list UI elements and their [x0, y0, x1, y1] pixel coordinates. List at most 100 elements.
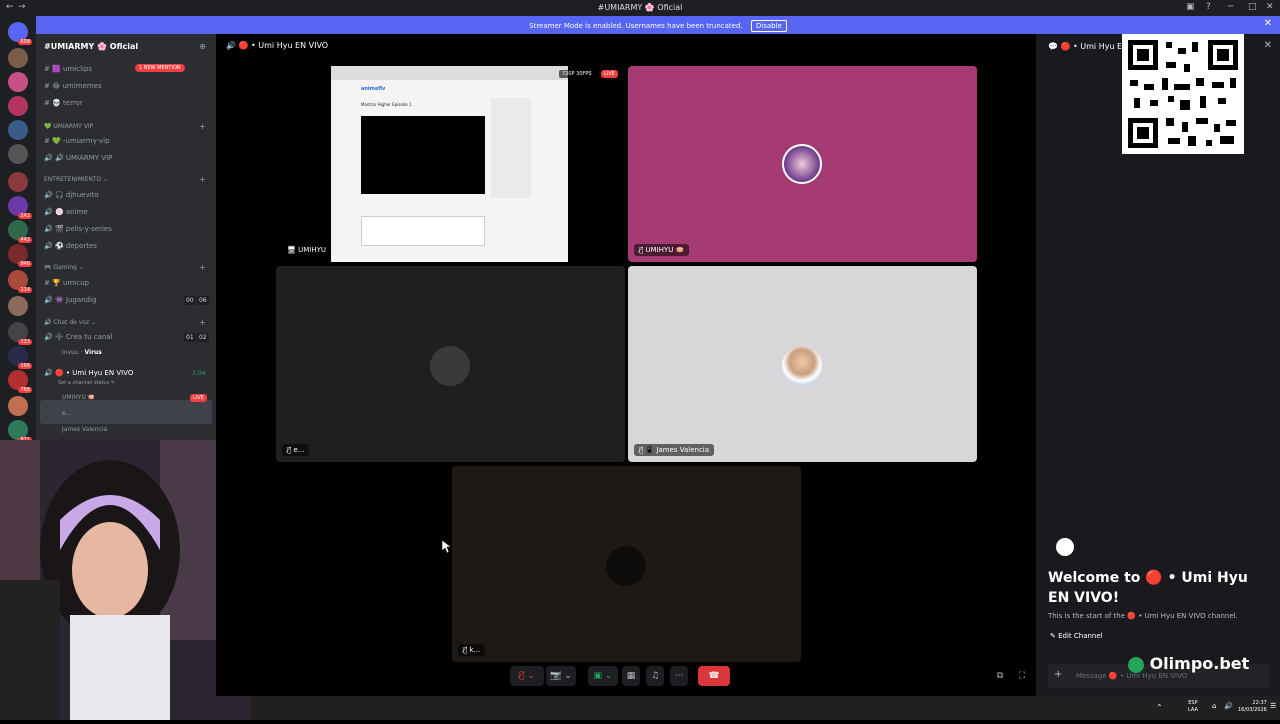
server-badge: 442 — [18, 237, 32, 243]
clock[interactable]: 22:37 16/03/2026 — [1238, 700, 1267, 714]
message-placeholder: Message 🔴 • Umi Hyu EN VIVO — [1076, 672, 1188, 680]
category-vip[interactable]: 💚 UMIARMY VIP — [44, 123, 93, 130]
channel-pelis-y-series[interactable]: 🔊 🎬 pelis-y-series — [44, 225, 112, 233]
channel-umiarmy-vip[interactable]: # 💚 -umiarmy-vip — [44, 137, 110, 145]
soundboard-button[interactable]: ♫ — [646, 666, 664, 686]
invite-icon[interactable]: ⊕ — [199, 42, 206, 51]
channel-crea-tu-canal[interactable]: 🔊 ➕ Crea tu canal — [44, 333, 113, 341]
fullscreen-icon[interactable]: ⛶ — [1014, 666, 1030, 686]
home-button[interactable]: 608 — [8, 22, 32, 45]
server-badge: 768 — [18, 387, 32, 393]
add-channel-icon[interactable]: + — [199, 122, 206, 131]
camera-button[interactable]: 📷̸ ⌄ — [546, 666, 576, 686]
set-channel-status[interactable]: Set a channel status ✎ — [58, 380, 115, 386]
add-channel-icon[interactable]: + — [199, 175, 206, 184]
user-count: 01 — [184, 333, 196, 342]
tile-name-tag: 🎙̸ e... — [282, 444, 310, 456]
more-options-button[interactable]: ⋯ — [670, 666, 688, 686]
popout-icon[interactable]: ⧉ — [992, 666, 1008, 686]
notifications-icon[interactable]: ☰ — [1270, 702, 1276, 710]
minimize-icon[interactable]: ─ — [1228, 2, 1233, 12]
participant-tile[interactable]: 🎙̸ k... — [452, 466, 801, 662]
activities-button[interactable]: ▦ — [622, 666, 640, 686]
add-channel-icon[interactable]: + — [199, 263, 206, 272]
add-attachment-icon[interactable]: + — [1054, 669, 1062, 680]
server-icon[interactable] — [8, 172, 28, 192]
language-indicator[interactable]: ESP LAA — [1188, 700, 1198, 714]
guild-name[interactable]: #UMIARMY 🌸 Oficial — [44, 42, 138, 51]
server-icon[interactable]: 142 — [8, 196, 32, 219]
title-bar: ← → #UMIARMY 🌸 Oficial ▣ ? ─ □ ✕ — [0, 0, 1280, 16]
server-icon[interactable] — [8, 396, 28, 416]
server-icon[interactable]: 768 — [8, 370, 32, 393]
server-icon[interactable] — [8, 72, 28, 92]
network-icon[interactable]: ⌂ — [1212, 702, 1216, 710]
disable-streamer-mode-button[interactable]: Disable — [750, 20, 787, 32]
screen-share-tile[interactable]: animeflv Mostrar Higher Episode 1 720P 3… — [276, 66, 625, 262]
disconnect-button[interactable]: ☎ — [698, 666, 730, 686]
tray-chevron-icon[interactable]: ⌃ — [1156, 703, 1163, 712]
server-icon[interactable] — [8, 120, 28, 140]
close-window-icon[interactable]: ✕ — [1266, 2, 1274, 12]
tile-name-tag: 🎙̸ UMIHYU 🪷 — [634, 244, 690, 256]
chat-bubble-icon — [1056, 538, 1074, 556]
channel-terror[interactable]: # 💀 terror — [44, 99, 83, 107]
screen-share-button[interactable]: ▣ ⌄ — [588, 666, 618, 686]
server-icon[interactable]: 166 — [8, 346, 32, 369]
voice-member[interactable]: e... — [62, 410, 71, 417]
category-gaming[interactable]: 🎮 Gaming ⌄ — [44, 264, 84, 271]
edit-channel-button[interactable]: ✎ Edit Channel — [1050, 632, 1103, 640]
channel-jugandig[interactable]: 🔊 👾 Jugandig — [44, 296, 96, 304]
participant-tile[interactable]: 🎙̸ e... — [276, 266, 625, 462]
taskbar: ⌃ ESP LAA ⌂ 🔊 22:37 16/03/2026 ☰ — [250, 696, 1280, 720]
server-icon[interactable] — [8, 96, 28, 116]
help-icon[interactable]: ? — [1206, 2, 1211, 12]
stage-header: 🔊 🔴 • Umi Hyu EN VIVO — [226, 41, 329, 50]
tile-name-tag: 🎙̸ k... — [458, 644, 486, 656]
participant-tile[interactable]: 🎙̸ 📱 James Valencia — [628, 266, 977, 462]
category-chat-de-voz[interactable]: 🔊 Chat de voz ⌄ — [44, 319, 96, 326]
voice-member[interactable]: Invuu · Virus — [62, 349, 102, 356]
close-banner-icon[interactable]: ✕ — [1264, 18, 1272, 29]
server-icon[interactable] — [8, 48, 28, 68]
new-mention-badge[interactable]: 1 NEW MENTION — [135, 64, 185, 72]
live-badge: LIVE — [190, 394, 207, 402]
channel-umiclips[interactable]: # 🟪 umiclips — [44, 65, 92, 73]
channel-djhuevito[interactable]: 🔊 🎧 djhuevito — [44, 191, 99, 199]
channel-deportes[interactable]: 🔊 ⚽ deportes — [44, 242, 97, 250]
server-icon[interactable]: 442 — [8, 220, 32, 243]
server-rail: 608 142 442 946 114 123 166 768 871 — [0, 16, 36, 443]
window-title: #UMIARMY 🌸 Oficial — [597, 3, 683, 12]
server-icon[interactable]: 946 — [8, 244, 32, 267]
qr-code — [1122, 34, 1244, 154]
user-limit: 02 — [197, 333, 209, 342]
server-icon[interactable]: 871 — [8, 420, 32, 443]
channel-vip-voice[interactable]: 🔊 🔊 UMIARMY VIP — [44, 154, 112, 162]
site-logo: animeflv — [361, 86, 386, 92]
voice-member[interactable]: James Valencia — [62, 426, 107, 433]
call-timer: 3:04 — [192, 370, 206, 377]
channel-umicup[interactable]: # 🏆 umicup — [44, 279, 89, 287]
mute-button[interactable]: 🎙̸ ⌄ — [510, 666, 544, 686]
video-player[interactable] — [361, 116, 485, 194]
quality-badge: 720P 30FPS — [559, 70, 595, 78]
inbox-icon[interactable]: ▣ — [1186, 2, 1195, 12]
server-icon[interactable] — [8, 296, 28, 316]
streamer-mode-banner: Streamer Mode is enabled. Usernames have… — [36, 16, 1280, 34]
server-icon[interactable]: 114 — [8, 270, 32, 293]
participant-tile[interactable]: 🎙̸ UMIHYU 🪷 — [628, 66, 977, 262]
voice-member[interactable]: UMIHYU 🪷 — [62, 394, 95, 401]
mouse-cursor-icon — [442, 540, 452, 554]
maximize-icon[interactable]: □ — [1248, 2, 1257, 12]
add-channel-icon[interactable]: + — [199, 318, 206, 327]
channel-sidebar: #UMIARMY 🌸 Oficial ⊕ # 🟪 umiclips # 😂 um… — [36, 34, 216, 440]
server-icon[interactable]: 123 — [8, 322, 32, 345]
category-entretenimiento[interactable]: ENTRETENIMIENTO ⌄ — [44, 176, 108, 183]
channel-anime[interactable]: 🔊 🍥 anime — [44, 208, 88, 216]
close-chat-icon[interactable]: ✕ — [1264, 40, 1272, 51]
channel-umi-hyu-en-vivo[interactable]: 🔊 🔴 • Umi Hyu EN VIVO — [44, 369, 133, 377]
server-icon[interactable] — [8, 144, 28, 164]
channel-umimemes[interactable]: # 😂 umimemes — [44, 82, 102, 90]
volume-icon[interactable]: 🔊 — [1224, 702, 1233, 710]
webcam-overlay — [0, 440, 250, 720]
